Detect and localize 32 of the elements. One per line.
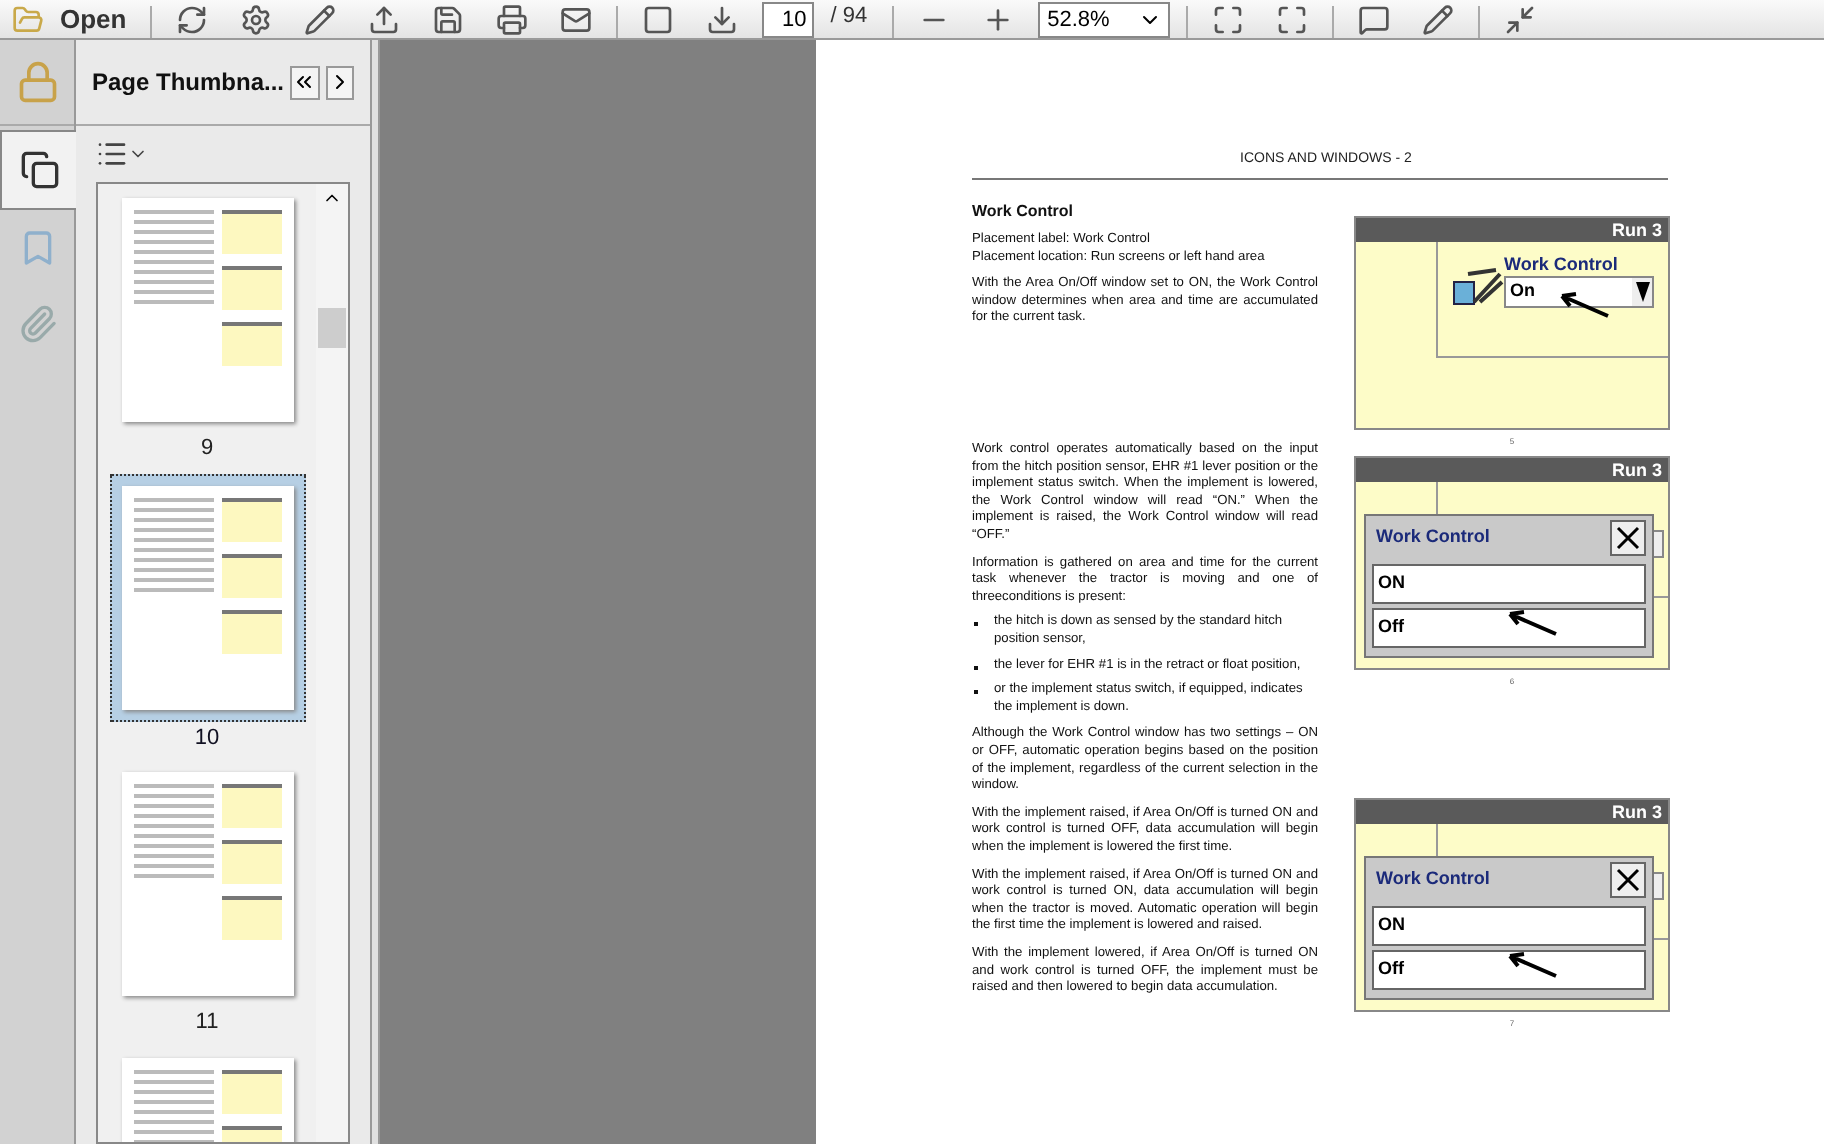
close-button[interactable]	[1610, 519, 1646, 555]
page-number-field[interactable]: 10	[762, 2, 815, 38]
option-row[interactable]: Off	[1372, 949, 1646, 989]
scroll-thumb[interactable]	[318, 308, 346, 348]
option-row[interactable]: ON	[1372, 563, 1646, 603]
page-thumbnail[interactable]	[109, 473, 305, 721]
list-icon	[96, 138, 128, 170]
figure-header: Run 3	[1356, 457, 1668, 481]
close-button[interactable]	[1610, 861, 1646, 897]
next-panel-button[interactable]	[325, 65, 354, 99]
collapse-panel-button[interactable]	[290, 65, 320, 99]
open-button[interactable]: Open	[4, 2, 135, 38]
dialog-title: Work Control	[1374, 523, 1490, 550]
option-row[interactable]: Off	[1372, 607, 1646, 647]
dialog-title: Work Control	[1374, 865, 1490, 892]
page-label: 10	[194, 723, 220, 753]
pages-icon[interactable]	[0, 130, 78, 210]
option-row[interactable]: ON	[1372, 905, 1646, 945]
scrollbar[interactable]	[316, 184, 348, 1142]
page-label: 9	[200, 434, 214, 464]
zoom-field[interactable]: 52.8%	[1037, 2, 1170, 38]
panel-title: Page Thumbna...	[92, 66, 285, 100]
options-button[interactable]	[96, 138, 148, 170]
field-label: Work Control	[1504, 251, 1618, 277]
figure-header: Run 3	[1356, 799, 1668, 823]
section-heading: Work Control	[972, 203, 1076, 221]
folder-icon	[12, 4, 44, 36]
double-chevron-icon	[292, 70, 317, 94]
figure-header: Run 3	[1356, 217, 1668, 241]
dropdown-field[interactable]: On	[1504, 275, 1654, 307]
page-total: / 94	[830, 1, 868, 31]
page-label: 11	[195, 1008, 219, 1038]
